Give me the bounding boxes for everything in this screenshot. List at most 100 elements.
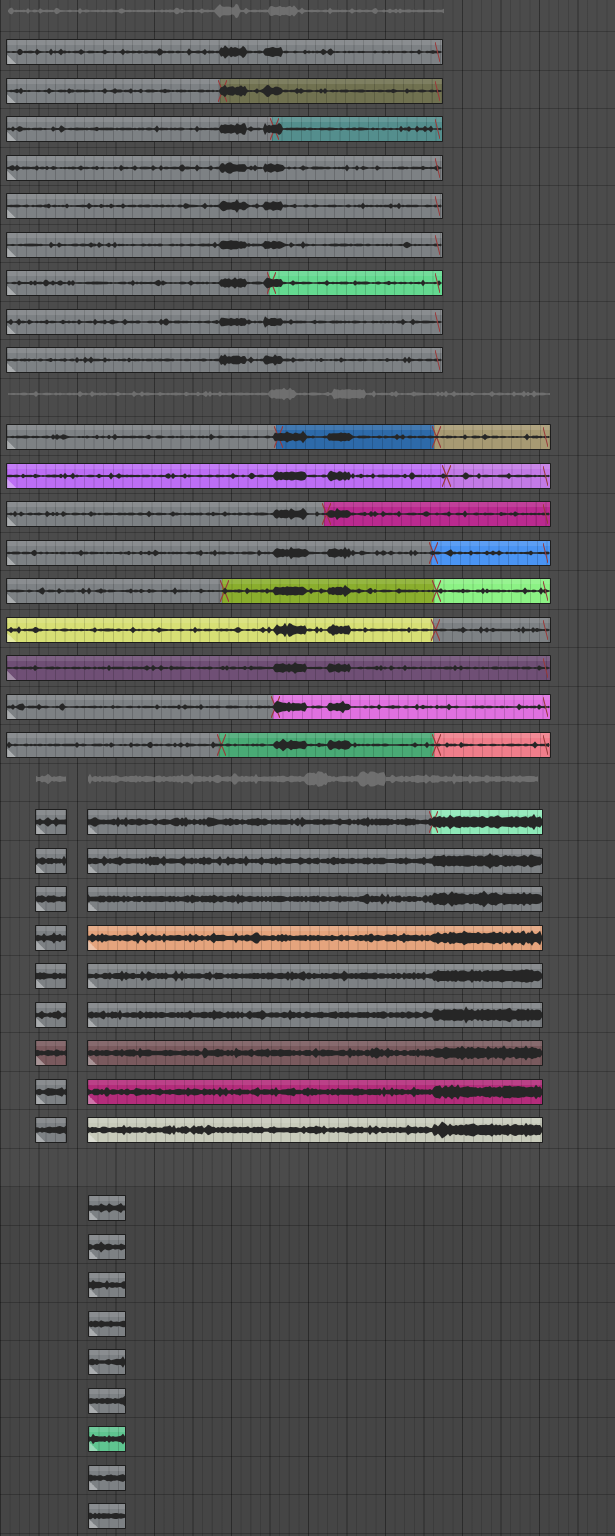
crossfade-marker[interactable]	[432, 734, 441, 756]
group-b-region-5[interactable]	[6, 578, 551, 604]
group-b-region-2[interactable]	[6, 462, 551, 489]
fade-in-handle[interactable]	[36, 940, 45, 950]
region-segment[interactable]	[444, 463, 550, 488]
fade-in-handle[interactable]	[7, 247, 16, 257]
region-segment[interactable]	[7, 78, 220, 103]
fade-in-handle[interactable]	[7, 324, 16, 334]
fade-in-handle[interactable]	[88, 940, 97, 950]
fade-in-handle[interactable]	[88, 863, 97, 873]
region-segment[interactable]	[88, 1118, 542, 1142]
region-segment[interactable]	[434, 425, 550, 449]
group-c-region-9[interactable]	[87, 1117, 543, 1143]
arrange-area[interactable]	[0, 0, 615, 1536]
region-segment[interactable]	[7, 40, 442, 64]
group-b-region-3[interactable]	[6, 501, 551, 527]
fade-out-handle[interactable]	[435, 234, 440, 255]
crossfade-marker[interactable]	[218, 79, 227, 102]
fade-out-handle[interactable]	[543, 542, 548, 563]
fade-in-handle[interactable]	[7, 517, 16, 526]
fade-in-handle[interactable]	[7, 363, 16, 372]
group-c-region-4[interactable]	[87, 924, 543, 951]
region-segment[interactable]	[7, 232, 442, 257]
fade-out-handle[interactable]	[435, 119, 440, 139]
fade-out-handle[interactable]	[543, 465, 548, 486]
fade-in-handle[interactable]	[7, 55, 16, 64]
fade-out-handle[interactable]	[543, 504, 548, 524]
fade-in-handle[interactable]	[36, 1056, 45, 1065]
group-c-short-region-7[interactable]	[35, 1040, 67, 1066]
group-d-clip-6[interactable]	[88, 1387, 126, 1414]
fade-out-handle[interactable]	[543, 696, 548, 717]
fade-in-handle[interactable]	[88, 979, 97, 988]
fade-in-handle[interactable]	[7, 632, 16, 642]
group-d-clip-4[interactable]	[88, 1310, 126, 1337]
fade-in-handle[interactable]	[7, 209, 16, 218]
region-segment[interactable]	[324, 502, 550, 526]
fade-in-handle[interactable]	[88, 902, 97, 911]
region-segment[interactable]	[88, 1079, 542, 1104]
group-a-region-5[interactable]	[6, 193, 443, 219]
group-b-region-6[interactable]	[6, 616, 551, 643]
fade-in-handle[interactable]	[36, 979, 45, 988]
fade-in-handle[interactable]	[89, 1249, 98, 1259]
fade-in-handle[interactable]	[88, 825, 97, 834]
crossfade-marker[interactable]	[271, 695, 280, 718]
region-segment[interactable]	[219, 733, 434, 757]
region-segment[interactable]	[88, 925, 542, 950]
fade-in-handle[interactable]	[89, 1326, 98, 1336]
fade-in-handle[interactable]	[7, 478, 16, 488]
fade-out-handle[interactable]	[543, 427, 548, 447]
group-b-region-4[interactable]	[6, 539, 551, 566]
fade-in-handle[interactable]	[7, 440, 16, 449]
group-c-short-region-4[interactable]	[35, 924, 67, 951]
crossfade-marker[interactable]	[220, 580, 229, 602]
crossfade-marker[interactable]	[270, 118, 279, 140]
region-segment[interactable]	[276, 425, 434, 449]
crossfade-marker[interactable]	[432, 426, 441, 448]
fade-in-handle[interactable]	[89, 1288, 98, 1297]
region-segment[interactable]	[431, 540, 550, 565]
fade-in-handle[interactable]	[36, 1133, 45, 1142]
region-segment[interactable]	[7, 348, 442, 372]
fade-in-handle[interactable]	[89, 1365, 98, 1374]
fade-out-handle[interactable]	[435, 80, 440, 101]
group-c-short-region-8[interactable]	[35, 1078, 67, 1105]
fade-in-handle[interactable]	[7, 594, 16, 603]
region-segment[interactable]	[273, 694, 550, 719]
crossfade-marker[interactable]	[274, 426, 283, 448]
group-a-region-1[interactable]	[6, 39, 443, 65]
fade-in-handle[interactable]	[7, 132, 16, 141]
fade-out-handle[interactable]	[435, 311, 440, 332]
region-segment[interactable]	[269, 271, 442, 295]
group-c-region-5[interactable]	[87, 963, 543, 989]
region-segment[interactable]	[7, 309, 442, 334]
group-c-region-3[interactable]	[87, 886, 543, 912]
fade-in-handle[interactable]	[89, 1211, 98, 1220]
region-segment[interactable]	[7, 271, 269, 295]
region-segment[interactable]	[88, 1041, 542, 1065]
region-segment[interactable]	[7, 194, 442, 218]
crossfade-marker[interactable]	[432, 580, 441, 602]
fade-in-handle[interactable]	[89, 1442, 98, 1451]
region-segment[interactable]	[434, 579, 550, 603]
fade-in-handle[interactable]	[7, 748, 16, 757]
fade-in-handle[interactable]	[89, 1403, 98, 1413]
crossfade-marker[interactable]	[267, 272, 276, 294]
region-segment[interactable]	[88, 810, 431, 834]
region-segment[interactable]	[222, 579, 434, 603]
region-segment[interactable]	[88, 848, 542, 873]
group-a-region-7[interactable]	[6, 270, 443, 296]
region-segment[interactable]	[7, 694, 273, 719]
fade-out-handle[interactable]	[543, 658, 548, 678]
group-c-region-6[interactable]	[87, 1001, 543, 1028]
fade-out-handle[interactable]	[435, 273, 440, 293]
group-b-region-7[interactable]	[6, 655, 551, 681]
crossfade-marker[interactable]	[431, 618, 440, 641]
group-d-clip-2[interactable]	[88, 1233, 126, 1260]
fade-in-handle[interactable]	[89, 1480, 98, 1490]
group-d-clip-1[interactable]	[88, 1195, 126, 1221]
group-a-region-4[interactable]	[6, 154, 443, 181]
region-segment[interactable]	[88, 964, 542, 988]
group-c-short-region-2[interactable]	[35, 847, 67, 874]
fade-in-handle[interactable]	[7, 709, 16, 719]
